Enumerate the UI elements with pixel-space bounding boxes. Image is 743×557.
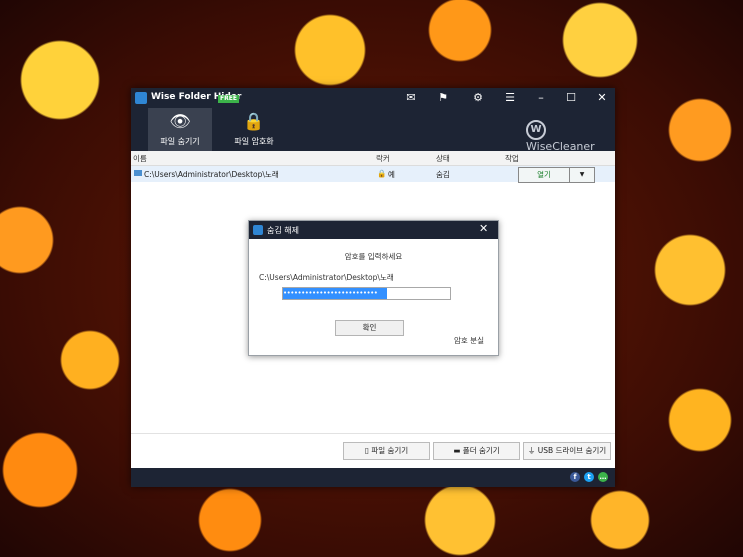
- tab-encrypt-file[interactable]: 🔒 파일 암호화: [222, 108, 286, 151]
- lock-status-icon: 🔒: [377, 169, 387, 178]
- hide-usb-button[interactable]: ⏚ USB 드라이브 숨기기: [523, 442, 611, 460]
- password-prompt: 암호를 입력하세요: [344, 252, 403, 261]
- open-split-button: 열기 ▼: [518, 167, 595, 183]
- table-row[interactable]: C:\Users\Administrator\Desktop\노래 🔒 예 숨김…: [131, 166, 615, 183]
- dialog-path: C:\Users\Administrator\Desktop\노래: [259, 273, 394, 282]
- unhide-dialog: 숨김 해제 ✕ 암호를 입력하세요 C:\Users\Administrator…: [248, 220, 499, 356]
- bottom-bar: ▯ 파일 숨기기 ▬ 폴더 숨기기 ⏚ USB 드라이브 숨기기: [131, 433, 615, 468]
- chevron-down-icon[interactable]: ▼: [570, 168, 594, 182]
- menu-icon[interactable]: ☰: [502, 90, 518, 106]
- ok-button[interactable]: 확인: [335, 320, 404, 336]
- hide-folder-button[interactable]: ▬ 폴더 숨기기: [433, 442, 520, 460]
- dialog-title-bar: 숨김 해제 ✕: [249, 221, 498, 239]
- maximize-icon[interactable]: ☐: [563, 90, 579, 106]
- table-header: 이름 락커 상태 작업: [131, 151, 615, 166]
- eye-icon: 👁: [169, 112, 191, 132]
- close-icon[interactable]: ✕: [594, 90, 610, 106]
- title-bar: Wise Folder Hider FREE ✉ ⚑ ⚙ ☰ – ☐ ✕: [131, 88, 615, 108]
- dialog-title: 숨김 해제: [267, 226, 299, 235]
- twitter-icon[interactable]: t: [584, 472, 594, 482]
- app-icon: [135, 92, 147, 104]
- row-status: 숨김: [436, 170, 450, 179]
- chat-icon[interactable]: …: [598, 472, 608, 482]
- free-badge: FREE: [218, 95, 239, 103]
- toolbar: 👁 파일 숨기기 🔒 파일 암호화 WWiseCleaner: [131, 108, 615, 153]
- footer-bar: f t …: [131, 468, 615, 487]
- hide-usb-label: USB 드라이브 숨기기: [537, 446, 607, 455]
- usb-icon: ⏚: [527, 446, 538, 455]
- mail-icon[interactable]: ✉: [403, 90, 419, 106]
- settings-icon[interactable]: ⚙: [470, 90, 486, 106]
- column-action[interactable]: 작업: [505, 153, 519, 164]
- password-input[interactable]: ••••••••••••••••••••••••••: [282, 287, 451, 300]
- column-name[interactable]: 이름: [133, 153, 147, 164]
- feedback-icon[interactable]: ⚑: [435, 90, 451, 106]
- open-button[interactable]: 열기: [519, 168, 570, 182]
- tab-label: 파일 암호화: [234, 137, 274, 146]
- close-icon[interactable]: ✕: [479, 222, 488, 235]
- lost-password-link[interactable]: 암호 분실: [454, 335, 484, 346]
- folder-icon: [134, 170, 142, 176]
- column-locker[interactable]: 락커: [376, 153, 390, 164]
- tab-hide-file[interactable]: 👁 파일 숨기기: [148, 108, 212, 151]
- hide-folder-label: 폴더 숨기기: [462, 446, 500, 455]
- row-path: C:\Users\Administrator\Desktop\노래: [144, 170, 279, 179]
- wisecleaner-logo: WWiseCleaner: [526, 120, 615, 153]
- row-locker: 예: [388, 170, 395, 179]
- password-value: ••••••••••••••••••••••••••: [283, 288, 387, 299]
- hide-file-label: 파일 숨기기: [371, 446, 409, 455]
- lock-icon: 🔒: [243, 112, 265, 132]
- w-logo-icon: W: [526, 120, 546, 140]
- minimize-icon[interactable]: –: [533, 90, 549, 106]
- folder-icon: ▬: [453, 446, 463, 455]
- column-status[interactable]: 상태: [436, 153, 450, 164]
- tab-label: 파일 숨기기: [160, 137, 200, 146]
- facebook-icon[interactable]: f: [570, 472, 580, 482]
- dialog-app-icon: [253, 225, 263, 235]
- hide-file-button[interactable]: ▯ 파일 숨기기: [343, 442, 430, 460]
